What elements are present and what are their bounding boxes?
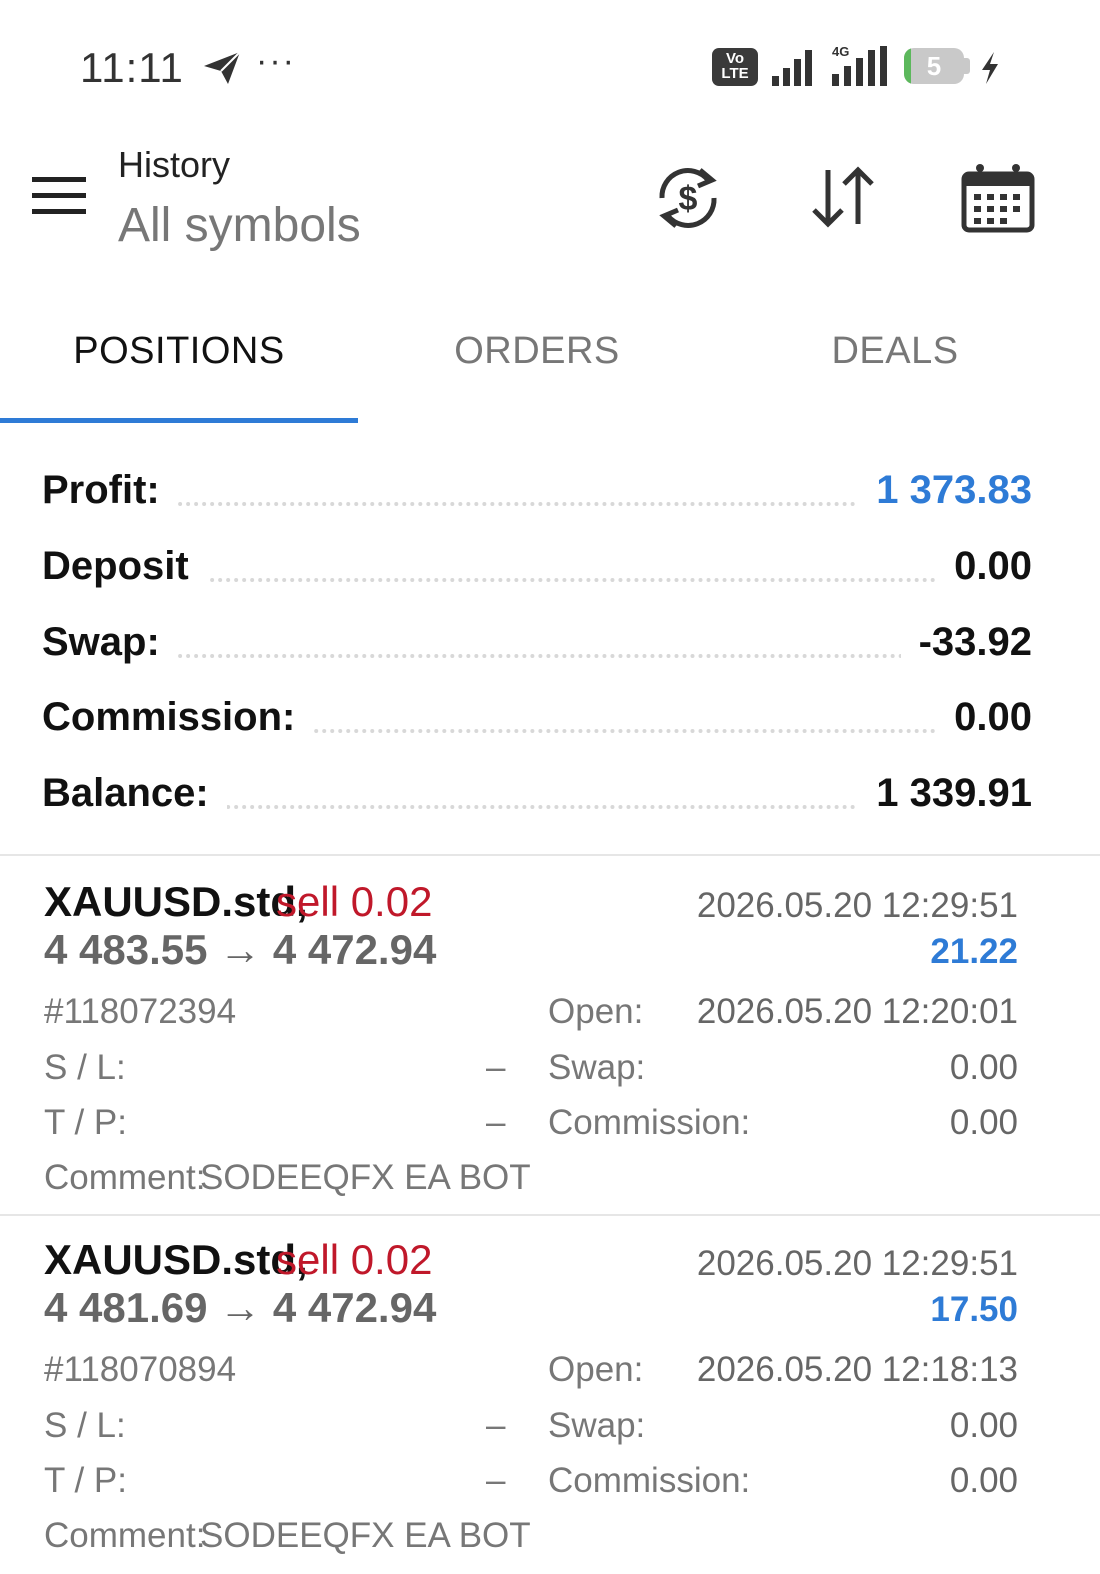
tab-orders[interactable]: ORDERS (358, 330, 716, 373)
active-tab-indicator (0, 418, 358, 423)
symbol-filter[interactable]: All symbols (118, 198, 361, 253)
signal-4g-icon: 4G (832, 44, 887, 86)
position-item[interactable]: XAUUSD.std, sell 0.02 2026.05.20 12:29:5… (0, 858, 1100, 1216)
summary-balance-row: Balance: 1 339.91 (42, 761, 1032, 821)
battery-tip (964, 58, 970, 74)
tp-label: T / P: (44, 1461, 127, 1500)
position-profit: 21.22 (930, 932, 1018, 971)
calendar-icon[interactable] (958, 158, 1038, 238)
position-ticket: #118072394 (44, 992, 237, 1031)
sl-label: S / L: (44, 1406, 126, 1445)
commission-label: Commission: (548, 1103, 751, 1142)
telegram-send-icon (204, 51, 241, 84)
tp-value: – (486, 1461, 506, 1500)
position-profit: 17.50 (930, 1290, 1018, 1329)
signal-icon (772, 50, 812, 86)
profit-label: Profit: (42, 468, 178, 513)
position-swap: 0.00 (949, 1406, 1018, 1445)
more-dots-icon: ··· (256, 42, 296, 80)
profit-value: 1 373.83 (858, 468, 1032, 513)
position-commission: 0.00 (949, 1461, 1018, 1500)
comment-label: Comment: (44, 1516, 206, 1555)
sl-label: S / L: (44, 1048, 126, 1087)
deposit-value: 0.00 (936, 544, 1032, 589)
currency-exchange-icon[interactable]: $ (648, 158, 728, 238)
open-label: Open: (548, 1350, 644, 1389)
status-time: 11:11 (80, 44, 184, 91)
position-comment: SODEEQFX EA BOT (200, 1516, 531, 1555)
battery-level: 5 (926, 51, 942, 81)
volte-icon: Vo LTE (712, 48, 758, 86)
position-ticket: #118070894 (44, 1350, 237, 1389)
position-prices: 4 481.69 → 4 472.94 (44, 1284, 437, 1331)
status-bar: 11:11 ··· Vo LTE 4G 5 (0, 0, 1100, 130)
svg-text:$: $ (679, 180, 698, 218)
position-item[interactable]: XAUUSD.std, sell 0.02 2026.05.20 12:29:5… (0, 1216, 1100, 1574)
sort-icon[interactable] (804, 158, 884, 238)
commission-value: 0.00 (936, 695, 1032, 740)
menu-icon[interactable] (32, 175, 88, 215)
open-label: Open: (548, 992, 644, 1031)
balance-label: Balance: (42, 771, 227, 816)
network-type-label: 4G (832, 44, 849, 59)
tp-value: – (486, 1103, 506, 1142)
dotted-leader (42, 654, 1032, 658)
sl-value: – (486, 1048, 506, 1087)
summary-deposit-row: Deposit 0.00 (42, 534, 1032, 594)
position-close-time: 2026.05.20 12:29:51 (696, 886, 1018, 925)
divider (0, 854, 1100, 856)
commission-label: Commission: (42, 695, 314, 740)
tab-deals[interactable]: DEALS (716, 330, 1074, 373)
position-swap: 0.00 (949, 1048, 1018, 1087)
balance-value: 1 339.91 (858, 771, 1032, 816)
position-prices: 4 483.55 → 4 472.94 (44, 926, 437, 973)
summary-profit-row: Profit: 1 373.83 (42, 458, 1032, 518)
summary-swap-row: Swap: -33.92 (42, 610, 1032, 670)
position-close-time: 2026.05.20 12:29:51 (696, 1244, 1018, 1283)
swap-value: -33.92 (900, 620, 1032, 665)
swap-label: Swap: (548, 1406, 646, 1445)
position-open-time: 2026.05.20 12:20:01 (696, 992, 1018, 1031)
position-open-time: 2026.05.20 12:18:13 (696, 1350, 1018, 1389)
battery-icon: 5 (904, 48, 964, 84)
deposit-label: Deposit (42, 544, 207, 589)
position-comment: SODEEQFX EA BOT (200, 1158, 531, 1197)
swap-label: Swap: (548, 1048, 646, 1087)
swap-label: Swap: (42, 620, 178, 665)
tab-positions[interactable]: POSITIONS (0, 330, 358, 373)
summary-commission-row: Commission: 0.00 (42, 685, 1032, 745)
tab-bar: POSITIONS ORDERS DEALS (0, 300, 1100, 420)
commission-label: Commission: (548, 1461, 751, 1500)
position-commission: 0.00 (949, 1103, 1018, 1142)
position-side: sell 0.02 (276, 878, 433, 925)
position-symbol: XAUUSD.std, (44, 1236, 308, 1283)
tp-label: T / P: (44, 1103, 127, 1142)
position-symbol: XAUUSD.std, (44, 878, 308, 925)
charging-bolt-icon (982, 52, 998, 84)
sl-value: – (486, 1406, 506, 1445)
position-side: sell 0.02 (276, 1236, 433, 1283)
page-title: History (118, 144, 231, 185)
comment-label: Comment: (44, 1158, 206, 1197)
